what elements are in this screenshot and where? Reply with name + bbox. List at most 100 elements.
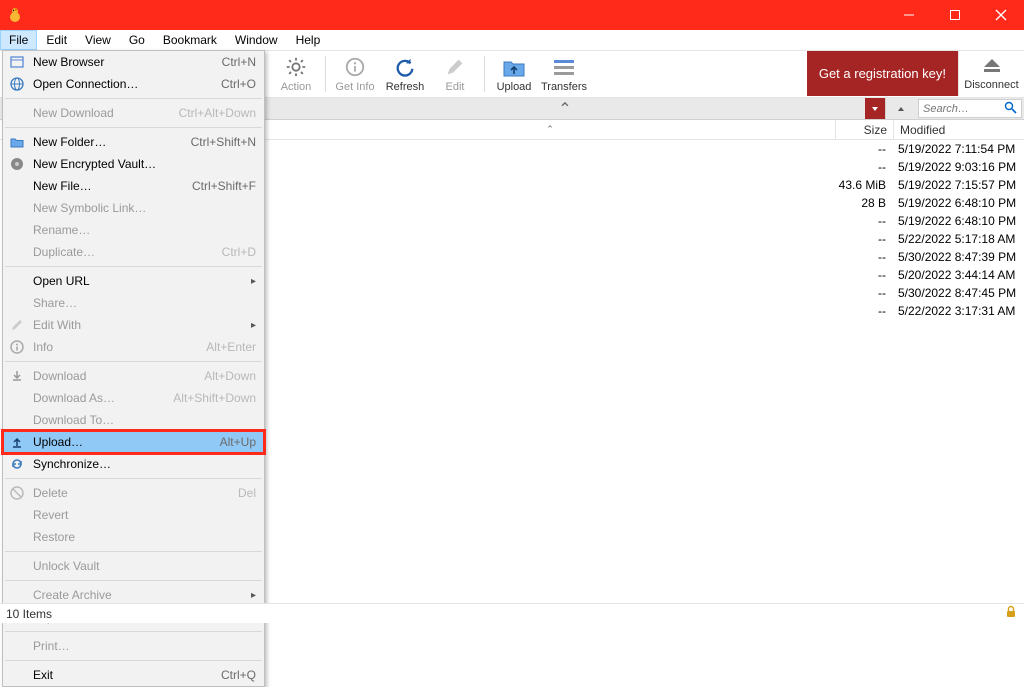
menu-item-label: Open Connection… xyxy=(33,77,221,91)
search-input[interactable] xyxy=(923,103,993,115)
menu-item-share: Share… xyxy=(3,292,264,314)
menu-item-label: Rename… xyxy=(33,223,256,237)
upload-label: Upload xyxy=(497,81,532,93)
menu-edit[interactable]: Edit xyxy=(37,30,76,50)
table-row[interactable]: --5/22/2022 5:17:18 AM xyxy=(834,230,1024,248)
column-modified[interactable]: Modified xyxy=(894,120,1024,139)
menu-item-label: Edit With xyxy=(33,318,245,332)
delete-icon xyxy=(9,485,25,501)
menu-item-new-encrypted-vault[interactable]: New Encrypted Vault… xyxy=(3,153,264,175)
table-row[interactable]: --5/19/2022 9:03:16 PM xyxy=(834,158,1024,176)
table-row[interactable]: --5/30/2022 8:47:45 PM xyxy=(834,284,1024,302)
menu-item-label: Revert xyxy=(33,508,256,522)
column-name[interactable]: ⌃ xyxy=(265,120,836,139)
edit-button[interactable]: Edit xyxy=(430,52,480,97)
eject-icon xyxy=(980,57,1004,78)
cell-size: -- xyxy=(834,250,892,264)
menu-item-edit-with: Edit With▸ xyxy=(3,314,264,336)
cell-modified: 5/19/2022 6:48:10 PM xyxy=(892,214,1018,228)
menu-separator xyxy=(5,266,262,267)
upload-button[interactable]: Upload xyxy=(489,52,539,97)
pencil-icon xyxy=(9,317,25,333)
location-dropdown[interactable] xyxy=(865,98,885,119)
transfers-icon xyxy=(552,55,576,79)
toolbar-separator xyxy=(325,56,326,92)
file-listing: --5/19/2022 7:11:54 PM--5/19/2022 9:03:1… xyxy=(834,140,1024,320)
menu-item-shortcut: Ctrl+Q xyxy=(221,668,256,682)
menu-window[interactable]: Window xyxy=(226,30,287,50)
sync-icon xyxy=(9,456,25,472)
window-icon xyxy=(9,54,25,70)
table-row[interactable]: --5/22/2022 3:17:31 AM xyxy=(834,302,1024,320)
menu-item-label: Upload… xyxy=(33,435,220,449)
menu-item-download: DownloadAlt+Down xyxy=(3,365,264,387)
menu-item-label: Exit xyxy=(33,668,221,682)
menu-item-shortcut: Alt+Enter xyxy=(206,340,256,354)
menu-separator xyxy=(5,580,262,581)
menu-item-label: Restore xyxy=(33,530,256,544)
menu-separator xyxy=(5,361,262,362)
upload-icon xyxy=(9,434,25,450)
menu-item-shortcut: Ctrl+O xyxy=(221,77,256,91)
menu-file[interactable]: File xyxy=(0,30,37,50)
refresh-button[interactable]: Refresh xyxy=(380,52,430,97)
menu-item-upload[interactable]: Upload…Alt+Up xyxy=(3,431,264,453)
window-maximize-button[interactable] xyxy=(932,0,978,30)
menu-help[interactable]: Help xyxy=(287,30,330,50)
cell-size: 43.6 MiB xyxy=(834,178,892,192)
disconnect-label: Disconnect xyxy=(964,79,1018,91)
menu-item-new-download: New DownloadCtrl+Alt+Down xyxy=(3,102,264,124)
menu-bookmark[interactable]: Bookmark xyxy=(154,30,226,50)
table-row[interactable]: --5/19/2022 7:11:54 PM xyxy=(834,140,1024,158)
table-row[interactable]: --5/19/2022 6:48:10 PM xyxy=(834,212,1024,230)
transfers-label: Transfers xyxy=(541,81,587,93)
file-menu-dropdown: New BrowserCtrl+NOpen Connection…Ctrl+ON… xyxy=(2,50,265,687)
table-row[interactable]: 43.6 MiB5/19/2022 7:15:57 PM xyxy=(834,176,1024,194)
table-row[interactable]: 28 B5/19/2022 6:48:10 PM xyxy=(834,194,1024,212)
history-up-button[interactable] xyxy=(885,98,915,119)
menu-view[interactable]: View xyxy=(76,30,120,50)
disconnect-button[interactable]: Disconnect xyxy=(958,51,1024,96)
menu-item-open-connection[interactable]: Open Connection…Ctrl+O xyxy=(3,73,264,95)
table-row[interactable]: --5/30/2022 8:47:39 PM xyxy=(834,248,1024,266)
vault-icon xyxy=(9,156,25,172)
menu-item-new-folder[interactable]: New Folder…Ctrl+Shift+N xyxy=(3,131,264,153)
action-button[interactable]: Action xyxy=(271,52,321,97)
search-icon[interactable] xyxy=(1004,101,1017,117)
cell-modified: 5/22/2022 5:17:18 AM xyxy=(892,232,1018,246)
menu-separator xyxy=(5,551,262,552)
cell-size: -- xyxy=(834,232,892,246)
refresh-icon xyxy=(393,55,417,79)
cell-modified: 5/19/2022 7:15:57 PM xyxy=(892,178,1018,192)
column-size[interactable]: Size xyxy=(836,120,894,139)
menu-item-label: Synchronize… xyxy=(33,457,256,471)
cell-size: -- xyxy=(834,304,892,318)
window-minimize-button[interactable] xyxy=(886,0,932,30)
cell-size: 28 B xyxy=(834,196,892,210)
menu-item-shortcut: Ctrl+Shift+F xyxy=(192,179,256,193)
menu-go[interactable]: Go xyxy=(120,30,154,50)
menu-item-new-file[interactable]: New File…Ctrl+Shift+F xyxy=(3,175,264,197)
transfers-button[interactable]: Transfers xyxy=(539,52,589,97)
search-box[interactable] xyxy=(918,99,1022,118)
registration-banner[interactable]: Get a registration key! xyxy=(807,51,958,96)
chevron-up-icon: ⌃ xyxy=(558,99,571,119)
menu-item-new-browser[interactable]: New BrowserCtrl+N xyxy=(3,51,264,73)
menu-item-label: Download To… xyxy=(33,413,256,427)
menu-item-open-url[interactable]: Open URL▸ xyxy=(3,270,264,292)
menu-separator xyxy=(5,127,262,128)
cell-size: -- xyxy=(834,286,892,300)
menu-item-shortcut: Del xyxy=(238,486,256,500)
menu-item-label: Print… xyxy=(33,639,256,653)
menu-item-shortcut: Ctrl+Alt+Down xyxy=(179,106,256,120)
window-close-button[interactable] xyxy=(978,0,1024,30)
table-row[interactable]: --5/20/2022 3:44:14 AM xyxy=(834,266,1024,284)
menu-item-print: Print… xyxy=(3,635,264,657)
menu-item-label: Open URL xyxy=(33,274,245,288)
location-bar[interactable]: ⌃ xyxy=(265,98,865,119)
menu-item-shortcut: Ctrl+Shift+N xyxy=(191,135,256,149)
getinfo-button[interactable]: Get Info xyxy=(330,52,380,97)
menu-item-synchronize[interactable]: Synchronize… xyxy=(3,453,264,475)
menu-item-label: New Encrypted Vault… xyxy=(33,157,256,171)
menu-item-exit[interactable]: ExitCtrl+Q xyxy=(3,664,264,686)
